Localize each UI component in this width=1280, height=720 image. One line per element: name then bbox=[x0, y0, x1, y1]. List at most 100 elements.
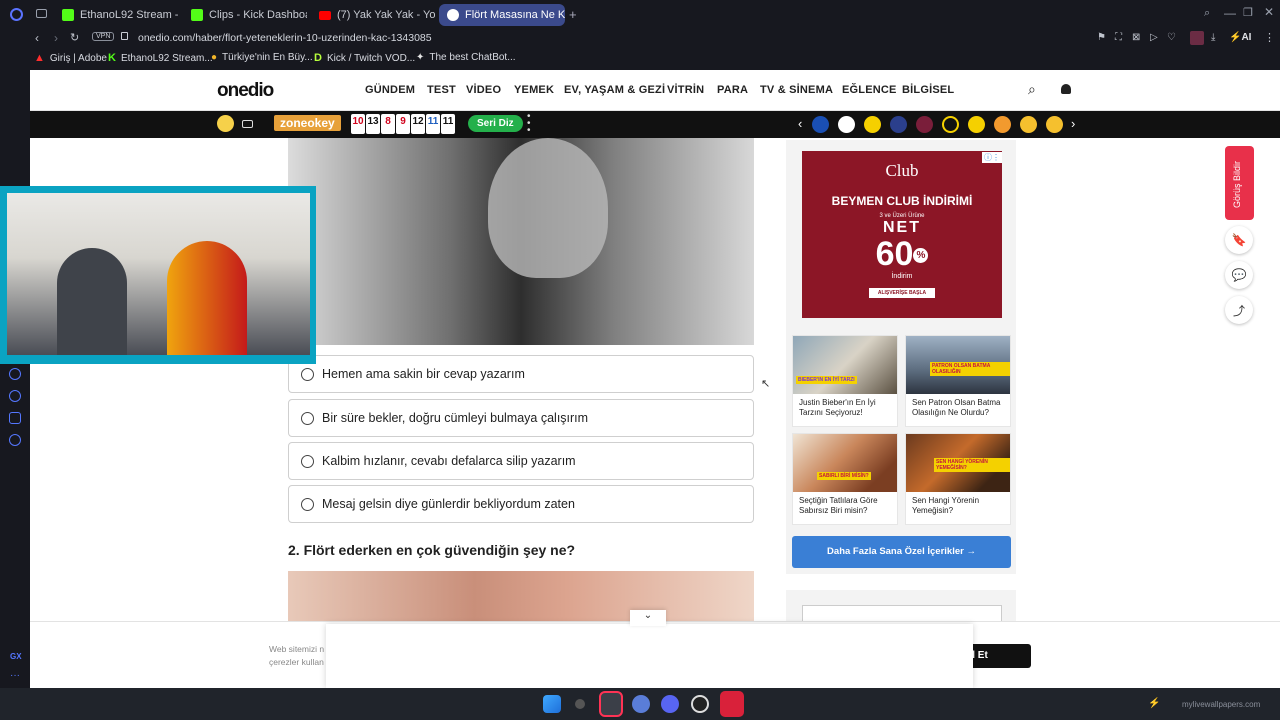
ad-info-icon[interactable]: ⓘ⋮ bbox=[982, 152, 1002, 163]
nav-gundem[interactable]: GÜNDEM bbox=[365, 84, 415, 96]
menu-icon[interactable]: ⋮ bbox=[1264, 31, 1275, 44]
more-dots-icon[interactable]: ··· bbox=[10, 670, 20, 681]
beymen-ad[interactable]: Club BEYMEN CLUB İNDİRİMİ 3 ve Üzeri Ürü… bbox=[802, 151, 1002, 318]
team-logo-icon[interactable] bbox=[890, 116, 907, 133]
zoneokey-logo[interactable]: zoneokey bbox=[274, 115, 341, 131]
recommendation-card[interactable]: PATRON OLSAN BATMA OLASILIĞIN Sen Patron… bbox=[905, 335, 1011, 427]
quiz-option-4[interactable]: Mesaj gelsin diye günlerdir bekliyordum … bbox=[288, 485, 754, 523]
search-icon[interactable]: ⌕ bbox=[1028, 81, 1036, 98]
team-logo-icon[interactable] bbox=[994, 116, 1011, 133]
network-icon[interactable]: ⚡ bbox=[1148, 698, 1160, 709]
ad-cta-button[interactable]: ALIŞVERİŞE BAŞLA bbox=[869, 288, 935, 299]
profile-avatar[interactable] bbox=[1190, 31, 1204, 45]
comments-button[interactable]: 💬 bbox=[1225, 261, 1253, 289]
reload-icon[interactable]: ↻ bbox=[70, 31, 79, 44]
nav-ev-yasam-gezi[interactable]: EV, YAŞAM & GEZİ bbox=[564, 84, 665, 96]
tab-islands-icon[interactable] bbox=[36, 9, 47, 18]
search-taskbar-icon[interactable] bbox=[575, 699, 585, 709]
team-logo-icon[interactable] bbox=[916, 116, 933, 133]
tab-onedio-active[interactable]: Flört Masasına Ne Kadar G bbox=[439, 4, 565, 26]
team-logo-icon[interactable] bbox=[864, 116, 881, 133]
webcam-overlay bbox=[0, 186, 316, 364]
url-input[interactable]: onedio.com/haber/flort-yeteneklerin-10-u… bbox=[138, 32, 432, 44]
emoji-sad-icon[interactable] bbox=[1046, 116, 1063, 133]
player-sidebar-icon[interactable] bbox=[9, 368, 21, 380]
history-icon[interactable] bbox=[9, 390, 21, 402]
heart-icon[interactable]: ♡ bbox=[1167, 32, 1176, 43]
collapse-chevron-icon[interactable]: ⌄ bbox=[630, 610, 666, 626]
emoji-icon[interactable] bbox=[217, 115, 234, 132]
close-window-icon[interactable]: ✕ bbox=[1264, 5, 1274, 19]
tab-youtube[interactable]: (7) Yak Yak Yak - YouT bbox=[311, 4, 435, 26]
tile: 12 bbox=[411, 114, 425, 134]
opera-logo-icon[interactable] bbox=[10, 8, 23, 21]
team-logo-icon[interactable] bbox=[968, 116, 985, 133]
recommendation-card[interactable]: SEN HANGİ YÖRENİN YEMEĞİSİN? Sen Hangi Y… bbox=[905, 433, 1011, 525]
drag-handle-icon[interactable]: • • • bbox=[527, 112, 531, 136]
snapshot-icon[interactable]: ⛶ bbox=[1115, 32, 1122, 43]
chevron-left-icon[interactable]: ‹ bbox=[798, 116, 802, 131]
feedback-button[interactable]: Görüş Bildir bbox=[1225, 146, 1254, 220]
extensions-icon[interactable] bbox=[9, 412, 21, 424]
nav-tv-sinema[interactable]: TV & SİNEMA bbox=[760, 84, 833, 96]
app-taskbar-icon[interactable] bbox=[632, 695, 650, 713]
windows-start-icon[interactable] bbox=[543, 695, 561, 713]
aria-ai-button[interactable]: ⚡AI bbox=[1229, 32, 1251, 43]
seri-diz-button[interactable]: Seri Diz bbox=[468, 115, 523, 132]
search-tabs-icon[interactable]: ⌕ bbox=[1204, 7, 1210, 20]
download-icon[interactable]: ⤓ bbox=[1211, 32, 1215, 43]
quiz-option-2[interactable]: Bir süre bekler, doğru cümleyi bulmaya ç… bbox=[288, 399, 754, 437]
tab-kick-clips[interactable]: Clips - Kick Dashboard bbox=[183, 4, 307, 26]
watermark-text: mylivewallpapers.com bbox=[1182, 700, 1261, 709]
emoji-heart-eyes-icon[interactable] bbox=[1020, 116, 1037, 133]
radio-icon bbox=[301, 367, 314, 381]
card-image: BIEBER'IN EN İYİ TARZI bbox=[793, 336, 897, 394]
bookmark-adobe[interactable]: ▲ Giriş | Adobe bbox=[34, 52, 107, 64]
recommendation-card[interactable]: BIEBER'IN EN İYİ TARZI Justin Bieber'ın … bbox=[792, 335, 898, 427]
share-button[interactable]: ⤴ bbox=[1225, 296, 1253, 324]
restore-icon[interactable]: ❐ bbox=[1243, 6, 1253, 19]
minimize-icon[interactable]: — bbox=[1224, 6, 1236, 20]
nav-eglence[interactable]: EĞLENCE bbox=[842, 84, 897, 96]
vpn-badge[interactable]: VPN bbox=[92, 32, 115, 41]
bookmark-kick-stream[interactable]: K EthanoL92 Stream... bbox=[108, 52, 213, 64]
cards-icon[interactable] bbox=[242, 120, 253, 128]
nav-bilgisel[interactable]: BİLGİSEL bbox=[902, 84, 954, 96]
opera-gx-taskbar-icon[interactable] bbox=[599, 691, 623, 717]
back-icon[interactable]: ‹ bbox=[35, 31, 39, 45]
radio-icon bbox=[301, 497, 314, 511]
crown-icon[interactable] bbox=[942, 116, 959, 133]
bookmark-button[interactable]: 🔖 bbox=[1225, 226, 1253, 254]
nav-vitrin[interactable]: VİTRİN bbox=[667, 84, 704, 96]
quiz-option-3[interactable]: Kalbim hızlanır, cevabı defalarca silip … bbox=[288, 442, 754, 480]
bookmark-page-icon[interactable]: ⚑ bbox=[1097, 32, 1106, 43]
streaming-app-taskbar-icon[interactable] bbox=[720, 691, 744, 717]
bookmark-chatbot[interactable]: ✦ The best ChatBot... bbox=[416, 52, 516, 63]
discord-taskbar-icon[interactable] bbox=[661, 695, 679, 713]
chevron-right-icon[interactable]: › bbox=[1071, 116, 1075, 131]
player-icon[interactable]: ▷ bbox=[1150, 32, 1158, 43]
nav-yemek[interactable]: YEMEK bbox=[514, 84, 554, 96]
gx-control-label[interactable]: GX bbox=[10, 652, 22, 661]
site-navigation: onedio GÜNDEM TEST VİDEO YEMEK EV, YAŞAM… bbox=[30, 70, 1280, 111]
tab-kick-stream[interactable]: EthanoL92 Stream - Watc bbox=[54, 4, 178, 26]
recommendation-card[interactable]: SABIRLI BİRİ MİSİN? Seçtiğin Tatlılara G… bbox=[792, 433, 898, 525]
more-content-button[interactable]: Daha Fazla Sana Özel İçerikler → bbox=[792, 536, 1011, 568]
nav-video[interactable]: VİDEO bbox=[466, 84, 501, 96]
user-icon[interactable] bbox=[1061, 84, 1071, 94]
tile: 8 bbox=[381, 114, 395, 134]
bookmark-kick-twitch-vod[interactable]: D Kick / Twitch VOD... bbox=[314, 52, 415, 64]
overlay-ad-box[interactable] bbox=[326, 624, 973, 688]
new-tab-plus-icon[interactable]: + bbox=[569, 7, 577, 22]
adblock-icon[interactable]: ⊠ bbox=[1132, 32, 1140, 43]
nav-test[interactable]: TEST bbox=[427, 84, 456, 96]
obs-taskbar-icon[interactable] bbox=[691, 695, 709, 713]
onedio-logo[interactable]: onedio bbox=[217, 80, 274, 102]
nav-para[interactable]: PARA bbox=[717, 84, 748, 96]
team-logo-icon[interactable] bbox=[838, 116, 855, 133]
forward-icon[interactable]: › bbox=[54, 31, 58, 45]
settings-gear-icon[interactable] bbox=[9, 434, 21, 446]
bookmark-turkiye[interactable]: ● Türkiye'nin En Büy... bbox=[211, 52, 313, 63]
team-logo-icon[interactable] bbox=[812, 116, 829, 133]
quiz-option-1[interactable]: Hemen ama sakin bir cevap yazarım bbox=[288, 355, 754, 393]
